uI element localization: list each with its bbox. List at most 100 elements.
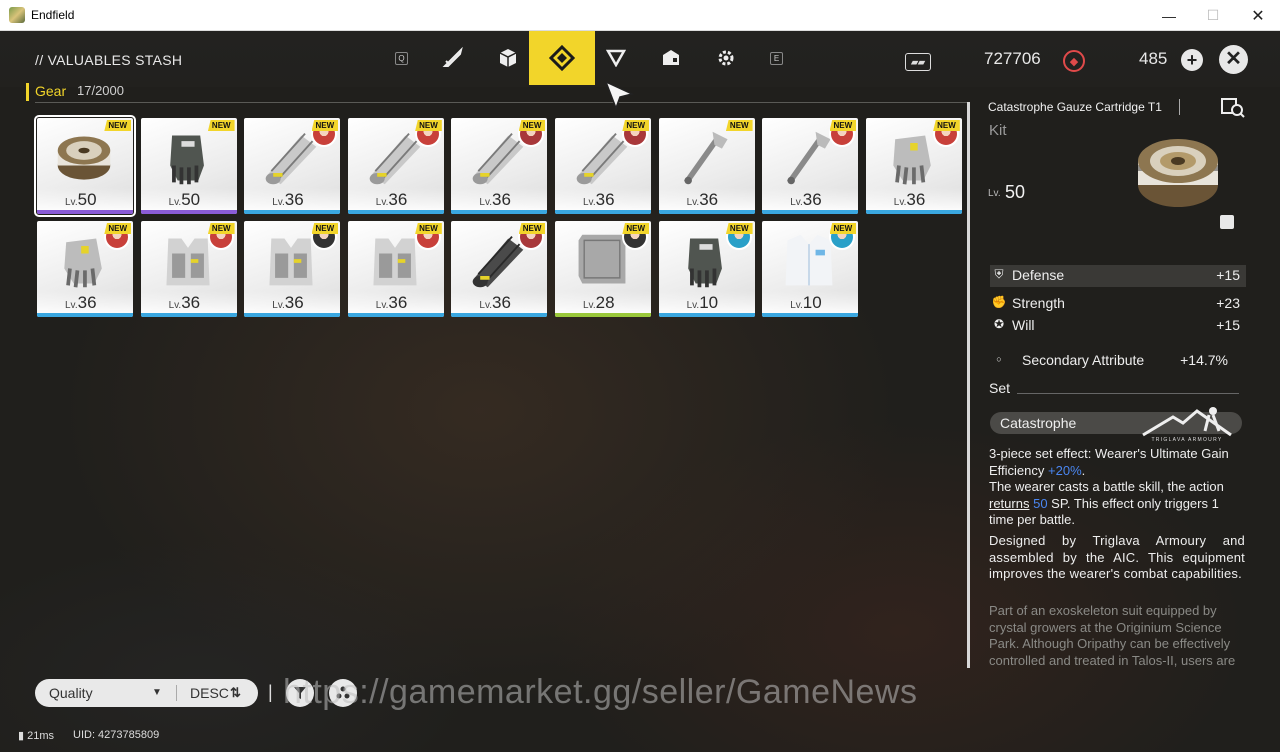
- cube-icon: [499, 49, 517, 67]
- next-tab-key-hint[interactable]: E: [770, 52, 783, 65]
- level-prefix: Lv.: [988, 188, 1001, 199]
- sort-dropdown[interactable]: Quality: [49, 685, 93, 701]
- lock-icon[interactable]: [1220, 215, 1234, 229]
- item-level: Lv.36: [479, 293, 511, 312]
- cog-icon: [718, 50, 734, 66]
- cartridge-icon: [57, 136, 111, 180]
- item-count: 17/2000: [77, 83, 124, 98]
- gear-item-slot[interactable]: NEW Lv.10: [658, 221, 755, 317]
- maximize-button[interactable]: ☐: [1190, 0, 1236, 31]
- app-icon: [9, 7, 25, 23]
- circle-bullet-icon: ○: [996, 354, 1002, 364]
- stat-value: +15: [1216, 267, 1240, 283]
- gear-item-slot[interactable]: NEW Lv.36: [244, 221, 341, 317]
- new-badge: NEW: [104, 120, 131, 131]
- stat-value: +23: [1216, 295, 1240, 311]
- inspect-icon[interactable]: [1220, 97, 1245, 119]
- new-badge: NEW: [518, 223, 546, 234]
- chevron-down-icon[interactable]: ▼: [152, 687, 162, 698]
- close-stash-button[interactable]: ✕: [1219, 45, 1248, 74]
- item-type: Kit: [989, 122, 1007, 139]
- will-icon: ✪: [993, 317, 1005, 331]
- rarity-bar: [140, 210, 237, 214]
- sword-icon: [442, 47, 463, 67]
- rarity-bar: [555, 313, 651, 317]
- rarity-bar: [451, 313, 548, 317]
- main-stat-row: ⛨ Defense +15: [990, 265, 1246, 287]
- stat-name: Strength: [1012, 295, 1065, 311]
- item-level: Lv.28: [583, 293, 615, 312]
- gear-item-slot[interactable]: NEW Lv.36: [140, 221, 237, 317]
- text-cursor: |: [268, 682, 273, 702]
- new-badge: NEW: [725, 223, 753, 234]
- new-badge: NEW: [622, 223, 649, 234]
- item-level: Lv.36: [375, 190, 408, 209]
- prev-tab-key-hint[interactable]: Q: [395, 52, 408, 65]
- returns-link[interactable]: returns: [989, 496, 1029, 511]
- item-level: Lv.36: [272, 190, 304, 209]
- tab-packages[interactable]: [651, 31, 691, 85]
- rarity-bar: [347, 210, 444, 214]
- rarity-bar: [762, 313, 859, 317]
- item-level: Lv.36: [686, 190, 719, 209]
- gear-item-slot[interactable]: NEW Lv.36: [555, 118, 651, 214]
- rarity-bar: [37, 313, 133, 317]
- gear-item-slot[interactable]: NEW Lv.36: [347, 118, 444, 214]
- new-badge: NEW: [207, 120, 235, 131]
- tab-gear[interactable]: [529, 31, 595, 85]
- package-icon: [663, 50, 679, 65]
- gear-item-slot[interactable]: NEW Lv.36: [762, 118, 859, 214]
- gear-item-slot[interactable]: NEW Lv.36: [347, 221, 444, 317]
- window-title: Endfield: [31, 8, 75, 22]
- tab-consumables[interactable]: [596, 31, 636, 85]
- stat-row: ✪ Will +15: [990, 315, 1246, 337]
- new-badge: NEW: [829, 120, 857, 131]
- window-titlebar: Endfield — ☐ ✕: [0, 0, 1280, 31]
- gear-item-slot[interactable]: NEW Lv.36: [244, 118, 341, 214]
- tab-modules[interactable]: [706, 31, 746, 85]
- gear-item-slot[interactable]: NEW Lv.36: [37, 221, 133, 317]
- signal-icon: ▮: [18, 730, 25, 742]
- gear-item-slot[interactable]: NEW Lv.36: [451, 221, 548, 317]
- sort-order-button[interactable]: DESC: [190, 685, 229, 701]
- sort-order-icon[interactable]: ⇅: [230, 685, 241, 701]
- stat-name: Secondary Attribute: [1022, 352, 1145, 368]
- brand-text: TRIGLAVA ARMOURY: [1151, 437, 1223, 443]
- rarity-bar: [244, 313, 341, 317]
- tab-weapons[interactable]: [433, 31, 473, 85]
- new-badge: NEW: [104, 223, 131, 234]
- item-level: Lv.36: [583, 190, 615, 209]
- gear-item-slot[interactable]: NEW Lv.36: [865, 118, 962, 214]
- rarity-bar: [658, 313, 755, 317]
- item-title: Catastrophe Gauze Cartridge T1: [988, 100, 1162, 114]
- set-effect-text: 3-piece set effect: Wearer's Ultimate Ga…: [989, 446, 1229, 527]
- lore-text: Part of an exoskeleton suit equipped by …: [989, 603, 1236, 667]
- currency-value: 727706: [984, 49, 1041, 68]
- item-level: Lv.50: [168, 190, 201, 209]
- sort-control: Quality ▼ DESC ⇅: [35, 679, 258, 707]
- stat-name: Defense: [1012, 267, 1065, 283]
- rarity-bar: [347, 313, 444, 317]
- gear-item-slot[interactable]: NEW Lv.50: [140, 118, 237, 214]
- set-divider: [1017, 393, 1239, 394]
- new-badge: NEW: [311, 223, 339, 234]
- add-currency-button[interactable]: +: [1181, 49, 1203, 71]
- new-badge: NEW: [622, 120, 649, 131]
- tab-materials[interactable]: [488, 31, 528, 85]
- item-level: Lv.36: [479, 190, 511, 209]
- window-close-button[interactable]: ✕: [1235, 0, 1280, 31]
- gear-item-slot[interactable]: NEW Lv.36: [451, 118, 548, 214]
- gear-item-slot[interactable]: NEW Lv.10: [762, 221, 859, 317]
- minimize-button[interactable]: —: [1146, 0, 1192, 31]
- divider: [35, 102, 969, 103]
- panel-scrollbar[interactable]: [967, 102, 970, 668]
- watermark-text: https://gamemarket.gg/seller/GameNews: [283, 673, 918, 711]
- new-badge: NEW: [518, 120, 546, 131]
- gear-item-slot[interactable]: NEW Lv.36: [658, 118, 755, 214]
- gear-item-slot[interactable]: NEW Lv.28: [555, 221, 651, 317]
- gear-item-slot[interactable]: NEW Lv.50: [34, 115, 136, 217]
- new-badge: NEW: [725, 120, 753, 131]
- rarity-bar: [762, 210, 859, 214]
- rarity-bar: [865, 210, 962, 214]
- rarity-bar: [555, 210, 651, 214]
